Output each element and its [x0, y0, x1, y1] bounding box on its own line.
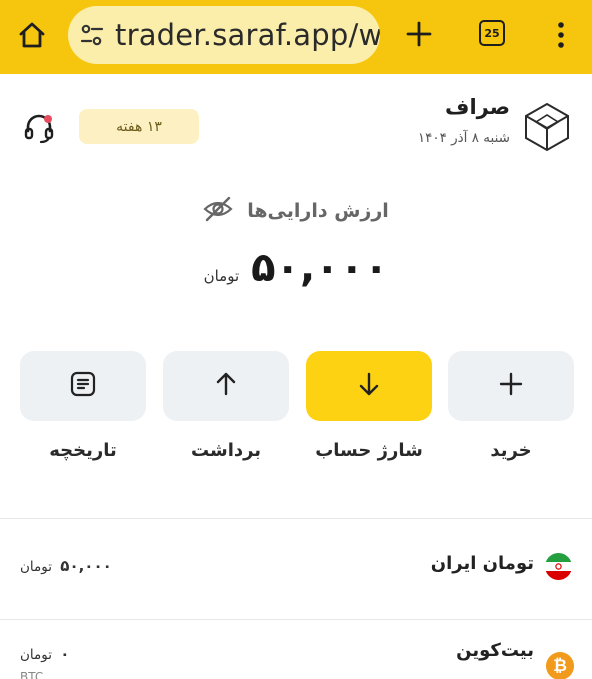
asset-amount-value: ۰	[60, 645, 70, 663]
brand-name: صراف	[445, 95, 510, 119]
asset-amount-row: ۵۰,۰۰۰ تومان	[0, 245, 592, 291]
saraf-logo-icon	[524, 102, 570, 152]
asset-amount: ۵۰,۰۰۰ تومان	[20, 557, 112, 575]
asset-amount-value: ۵۰,۰۰۰	[60, 557, 112, 575]
deposit-label: شارژ حساب	[315, 440, 423, 461]
weeks-badge[interactable]: ۱۳ هفته	[79, 109, 199, 144]
buy-button[interactable]	[448, 351, 574, 421]
history-button[interactable]	[20, 351, 146, 421]
asset-amount-unit: تومان	[20, 559, 52, 575]
more-menu-icon[interactable]	[553, 17, 569, 53]
withdraw-button[interactable]	[163, 351, 289, 421]
site-settings-icon[interactable]	[80, 23, 104, 51]
buy-label: خرید	[490, 440, 532, 461]
asset-name: بیت‌کوین	[456, 640, 534, 661]
asset-value-section: ارزش دارایی‌ها	[0, 196, 592, 226]
url-text: trader.saraf.app/w	[115, 18, 380, 52]
asset-symbol: BTC	[20, 670, 44, 679]
asset-amount: ۰ تومان	[20, 645, 69, 663]
history-label: تاریخچه	[49, 440, 117, 461]
iran-flag-icon	[545, 553, 572, 580]
browser-toolbar: trader.saraf.app/w 25	[0, 0, 592, 74]
home-icon[interactable]	[14, 17, 50, 53]
divider	[0, 619, 592, 620]
current-date: شنبه ۸ آذر ۱۴۰۴	[417, 130, 510, 146]
arrow-up-icon	[213, 371, 239, 401]
asset-value-label: ارزش دارایی‌ها	[247, 200, 389, 222]
support-headset-icon[interactable]	[22, 111, 56, 145]
plus-icon	[498, 371, 524, 401]
asset-amount-unit: تومان	[20, 647, 52, 663]
history-icon	[69, 370, 97, 402]
divider	[0, 518, 592, 519]
hide-balance-eye-off-icon[interactable]	[203, 196, 233, 226]
arrow-down-icon	[356, 371, 382, 401]
deposit-button[interactable]	[306, 351, 432, 421]
withdraw-label: برداشت	[190, 440, 262, 461]
balance-currency: تومان	[203, 267, 240, 285]
tab-switcher-button[interactable]: 25	[479, 20, 505, 46]
balance-amount: ۵۰,۰۰۰	[251, 245, 389, 291]
bitcoin-icon: ₿	[546, 652, 574, 679]
address-bar[interactable]: trader.saraf.app/w	[68, 6, 380, 64]
new-tab-icon[interactable]	[402, 17, 436, 51]
asset-name: تومان ایران	[430, 553, 534, 574]
